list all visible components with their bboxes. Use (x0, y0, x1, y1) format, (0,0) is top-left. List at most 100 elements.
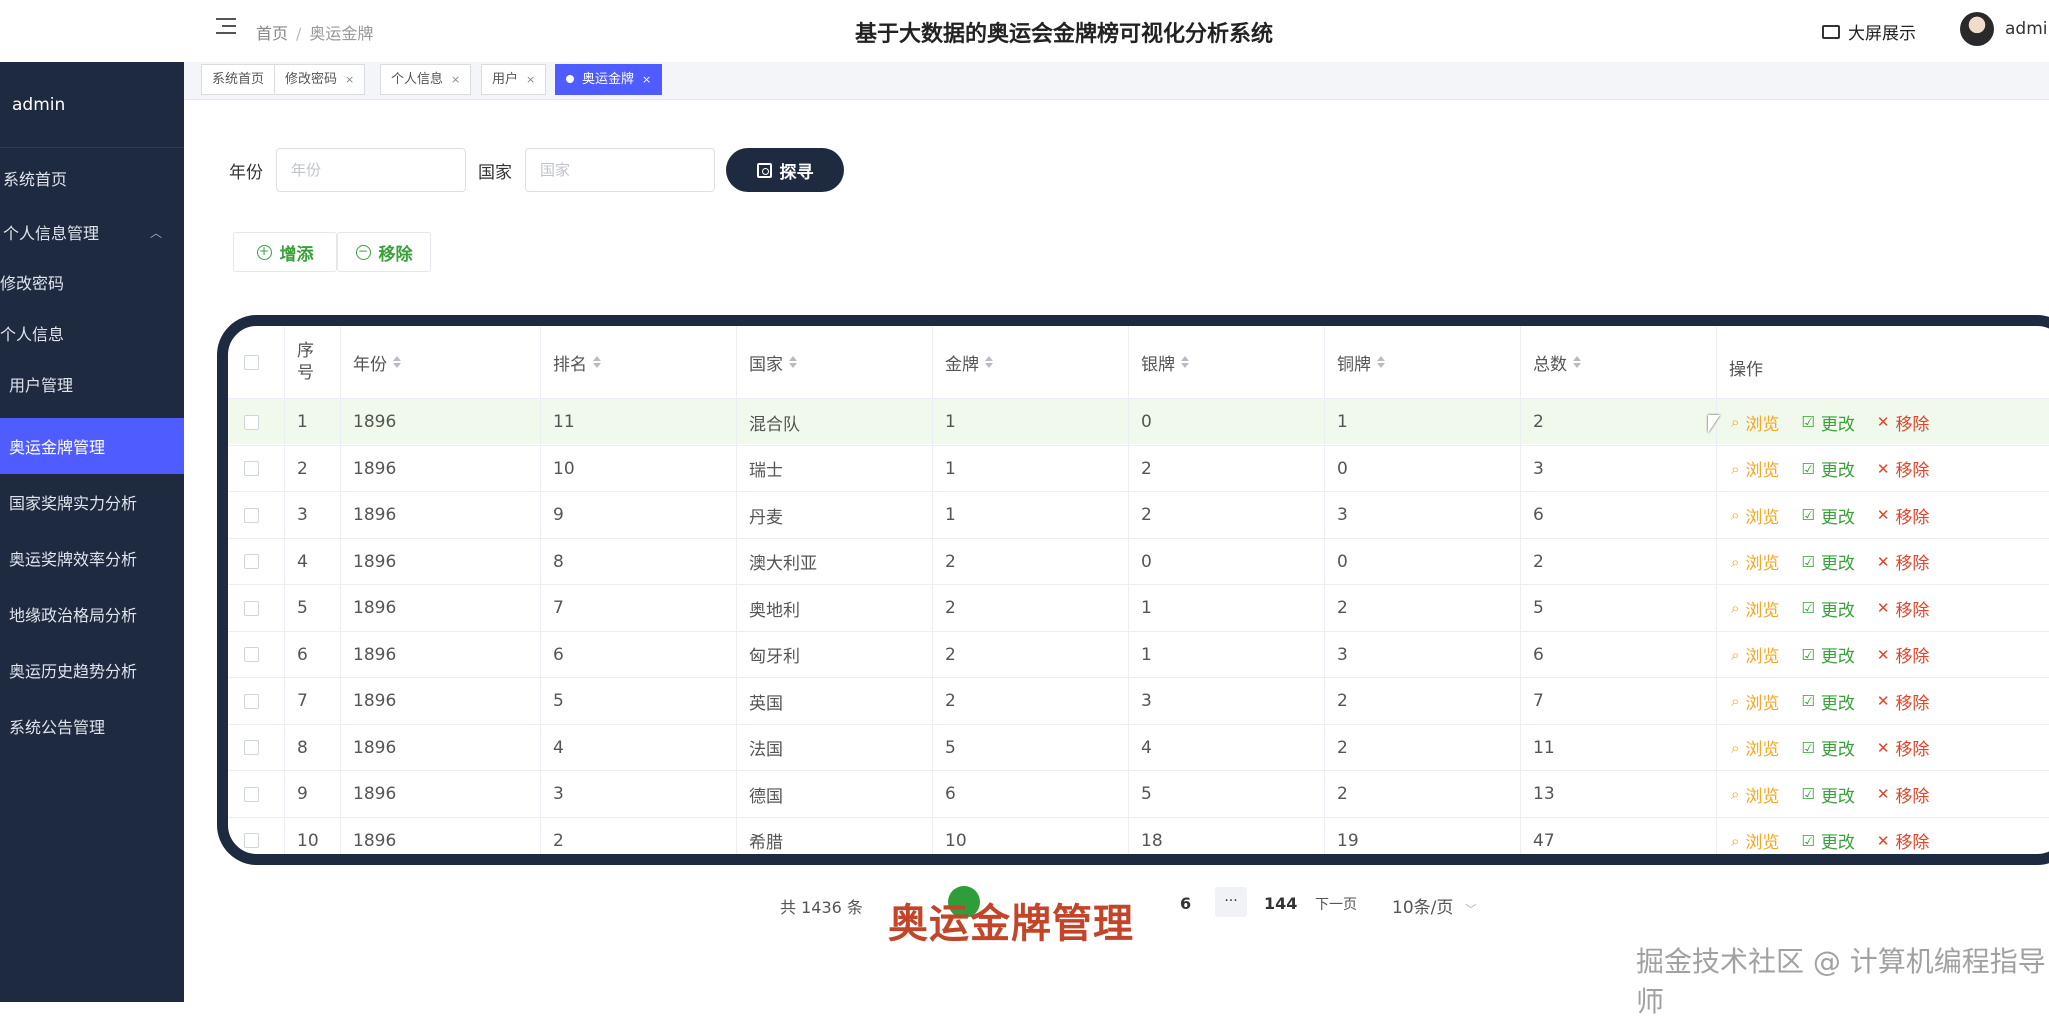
edit-button[interactable]: ☑ 更改 (1801, 642, 1854, 668)
sidebar-item-geopolitics-analysis[interactable]: 地缘政治格局分析 (0, 586, 184, 642)
sort-icon[interactable] (789, 356, 797, 368)
delete-button[interactable]: ✕ 移除 (1877, 828, 1930, 854)
table-row[interactable]: 1 1896 11 混合队 1 0 1 2 ⌕ 浏览 ☑ 更改 ✕ 移除 (228, 398, 2049, 445)
table-row[interactable]: 6 1896 6 匈牙利 2 1 3 6 ⌕ 浏览 ☑ 更改 ✕ 移除 (228, 630, 2049, 678)
sort-icon[interactable] (1377, 356, 1385, 368)
country-input[interactable] (525, 148, 715, 192)
delete-button[interactable]: ✕ 移除 (1877, 782, 1930, 807)
row-checkbox[interactable] (244, 693, 259, 709)
delete-button[interactable]: ✕ 移除 (1877, 596, 1930, 621)
sidebar-item-users[interactable]: 用户管理 (0, 356, 184, 412)
sidebar-item-announcements[interactable]: 系统公告管理 (0, 698, 184, 754)
table-row[interactable]: 9 1896 3 德国 6 5 2 13 ⌕ 浏览 ☑ 更改 ✕ 移除 (228, 770, 2049, 817)
column-header-silver[interactable]: 银牌 (1129, 326, 1325, 398)
delete-button[interactable]: ✕ 移除 (1877, 689, 1930, 714)
cell-bronze: 2 (1325, 771, 1521, 817)
column-header-country[interactable]: 国家 (737, 326, 933, 398)
pagination-page-6[interactable]: 6 (1180, 894, 1191, 913)
sidebar-item-history-trend[interactable]: 奥运历史趋势分析 (0, 642, 184, 698)
year-input[interactable] (276, 148, 466, 192)
user-name[interactable]: admin (2005, 19, 2049, 39)
sort-icon[interactable] (593, 356, 601, 368)
row-checkbox[interactable] (244, 647, 259, 662)
edit-button[interactable]: ☑ 更改 (1801, 689, 1854, 714)
sidebar-item-change-password[interactable]: 修改密码 (0, 254, 184, 310)
view-button[interactable]: ⌕ 浏览 (1731, 503, 1779, 528)
pagination-ellipsis[interactable]: ··· (1215, 887, 1247, 917)
sidebar-item-personal-info[interactable]: 个人信息 (0, 305, 184, 361)
sort-icon[interactable] (1573, 356, 1581, 368)
add-button[interactable]: + 增添 (233, 232, 337, 272)
view-button[interactable]: ⌕ 浏览 (1731, 828, 1779, 854)
row-select-cell (228, 678, 285, 724)
select-all-checkbox[interactable] (244, 354, 259, 370)
close-icon[interactable]: × (345, 73, 354, 86)
view-button[interactable]: ⌕ 浏览 (1731, 642, 1779, 668)
edit-button[interactable]: ☑ 更改 (1801, 596, 1854, 621)
view-button[interactable]: ⌕ 浏览 (1731, 549, 1779, 575)
remove-button[interactable]: − 移除 (337, 232, 431, 272)
view-button[interactable]: ⌕ 浏览 (1731, 410, 1779, 435)
row-checkbox[interactable] (244, 740, 259, 755)
sidebar-item-medals[interactable]: 奥运金牌管理 (0, 418, 184, 474)
table-row[interactable]: 4 1896 8 澳大利亚 2 0 0 2 ⌕ 浏览 ☑ 更改 ✕ 移除 (228, 537, 2049, 585)
edit-button[interactable]: ☑ 更改 (1801, 410, 1854, 435)
table-row[interactable]: 2 1896 10 瑞士 1 2 0 3 ⌕ 浏览 ☑ 更改 ✕ 移除 (228, 444, 2049, 492)
row-checkbox[interactable] (244, 600, 259, 616)
edit-button[interactable]: ☑ 更改 (1801, 735, 1854, 761)
bigscreen-button[interactable]: 大屏展示 (1822, 19, 1916, 44)
table-row[interactable]: 3 1896 9 丹麦 1 2 3 6 ⌕ 浏览 ☑ 更改 ✕ 移除 (228, 491, 2049, 538)
sidebar-item-personal[interactable]: 个人信息管理 ︿ (0, 204, 184, 260)
table-row[interactable]: 7 1896 5 英国 2 3 2 7 ⌕ 浏览 ☑ 更改 ✕ 移除 (228, 677, 2049, 724)
row-checkbox[interactable] (244, 833, 259, 848)
sidebar-item-home[interactable]: 系统首页 (0, 150, 184, 206)
column-header-gold[interactable]: 金牌 (933, 326, 1129, 398)
edit-button[interactable]: ☑ 更改 (1801, 456, 1854, 482)
tab-users[interactable]: 用户 × (481, 64, 547, 95)
view-button[interactable]: ⌕ 浏览 (1731, 689, 1779, 714)
row-checkbox[interactable] (244, 414, 259, 430)
column-header-total[interactable]: 总数 (1521, 326, 1717, 398)
sort-icon[interactable] (985, 356, 993, 368)
tab-home[interactable]: 系统首页 (201, 64, 276, 95)
pagination-last-page[interactable]: 144 (1264, 894, 1297, 913)
pagination-next[interactable]: 下一页 (1315, 894, 1357, 914)
view-button[interactable]: ⌕ 浏览 (1731, 735, 1779, 761)
delete-button[interactable]: ✕ 移除 (1877, 735, 1930, 761)
tab-personal-info[interactable]: 个人信息 × (380, 64, 472, 95)
column-header-rank[interactable]: 排名 (541, 326, 737, 398)
search-button[interactable]: 探寻 (726, 148, 844, 192)
close-icon[interactable]: × (642, 73, 651, 86)
edit-button[interactable]: ☑ 更改 (1801, 549, 1854, 575)
edit-button[interactable]: ☑ 更改 (1801, 503, 1854, 528)
sort-icon[interactable] (1181, 356, 1189, 368)
column-header-year[interactable]: 年份 (341, 326, 541, 398)
view-button[interactable]: ⌕ 浏览 (1731, 456, 1779, 482)
sidebar-item-country-analysis[interactable]: 国家奖牌实力分析 (0, 474, 184, 530)
column-header-bronze[interactable]: 铜牌 (1325, 326, 1521, 398)
delete-button[interactable]: ✕ 移除 (1877, 456, 1930, 482)
close-icon[interactable]: × (451, 73, 460, 86)
row-checkbox[interactable] (244, 786, 259, 802)
tab-change-password[interactable]: 修改密码 × (274, 64, 366, 95)
delete-button[interactable]: ✕ 移除 (1877, 642, 1930, 668)
delete-button[interactable]: ✕ 移除 (1877, 410, 1930, 435)
sidebar-item-efficiency-analysis[interactable]: 奥运奖牌效率分析 (0, 530, 184, 586)
edit-button[interactable]: ☑ 更改 (1801, 828, 1854, 854)
view-button[interactable]: ⌕ 浏览 (1731, 596, 1779, 621)
page-size-select[interactable]: 10条/页 ﹀ (1392, 893, 1476, 918)
edit-button[interactable]: ☑ 更改 (1801, 782, 1854, 807)
row-checkbox[interactable] (244, 554, 259, 569)
delete-button[interactable]: ✕ 移除 (1877, 549, 1930, 575)
close-icon[interactable]: × (526, 73, 535, 86)
sort-icon[interactable] (393, 356, 401, 368)
tab-medals[interactable]: 奥运金牌 × (555, 64, 663, 95)
delete-button[interactable]: ✕ 移除 (1877, 503, 1930, 528)
table-row[interactable]: 10 1896 2 希腊 10 18 19 47 ⌕ 浏览 ☑ 更改 ✕ 移除 (228, 816, 2049, 854)
table-row[interactable]: 5 1896 7 奥地利 2 1 2 5 ⌕ 浏览 ☑ 更改 ✕ 移除 (228, 584, 2049, 631)
row-checkbox[interactable] (244, 461, 259, 476)
table-row[interactable]: 8 1896 4 法国 5 4 2 11 ⌕ 浏览 ☑ 更改 ✕ 移除 (228, 723, 2049, 771)
view-button[interactable]: ⌕ 浏览 (1731, 782, 1779, 807)
avatar[interactable] (1960, 12, 1994, 46)
row-checkbox[interactable] (244, 507, 259, 523)
